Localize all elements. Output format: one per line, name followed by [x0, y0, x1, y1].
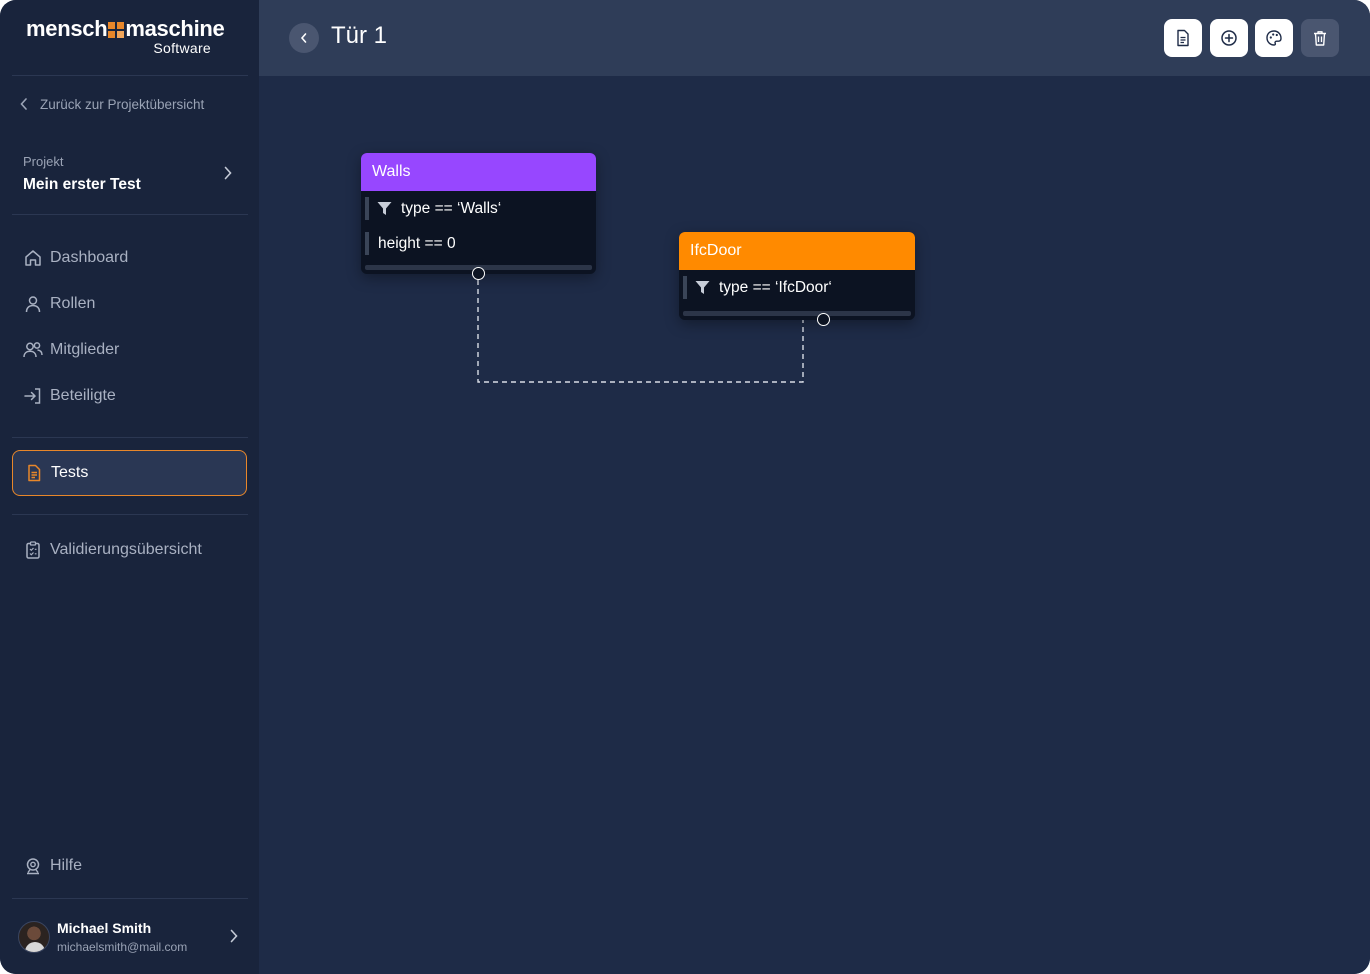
document-icon — [1177, 29, 1189, 47]
node-header[interactable]: Walls — [361, 153, 596, 191]
users-icon — [22, 339, 44, 361]
node-ifcdoor[interactable]: IfcDoor type == ‘IfcDoor‘ — [679, 232, 915, 320]
palette-icon — [1266, 30, 1282, 46]
sidebar-item-label: Beteiligte — [50, 387, 116, 404]
chevron-right-icon — [224, 166, 232, 180]
filter-icon — [695, 281, 710, 294]
user-icon — [22, 293, 44, 315]
sidebar-item-label: Hilfe — [50, 857, 83, 874]
sidebar-item-label: Rollen — [50, 295, 96, 312]
divider — [12, 898, 248, 899]
login-icon — [22, 385, 44, 407]
add-node-button[interactable] — [1210, 19, 1248, 57]
node-footer — [683, 311, 911, 316]
logo-text-left: mensch — [26, 16, 108, 41]
user-name: Michael Smith — [57, 920, 152, 936]
color-button[interactable] — [1255, 19, 1293, 57]
node-condition-row[interactable]: type == ‘Walls‘ — [361, 191, 596, 226]
node-walls[interactable]: Walls type == ‘Walls‘ height == 0 — [361, 153, 596, 274]
project-name: Mein erster Test — [23, 176, 141, 193]
divider — [12, 75, 248, 76]
sidebar-item-beteiligte[interactable]: Beteiligte — [12, 376, 247, 416]
sidebar-item-validierungsuebersicht[interactable]: Validierungsübersicht — [12, 530, 247, 570]
row-handle[interactable] — [365, 197, 369, 220]
back-link-label: Zurück zur Projektübersicht — [40, 96, 205, 112]
sidebar-item-label: Tests — [51, 464, 89, 481]
back-button[interactable] — [289, 23, 319, 53]
logo: mensch maschine Software — [26, 16, 226, 60]
sidebar-item-rollen[interactable]: Rollen — [12, 284, 247, 324]
chevron-right-icon — [230, 929, 238, 943]
sidebar-item-label: Dashboard — [50, 249, 129, 266]
condition-text: height == 0 — [378, 234, 456, 252]
sidebar-item-hilfe[interactable]: Hilfe — [12, 846, 247, 886]
user-email: michaelsmith@mail.com — [57, 940, 188, 954]
sidebar-item-tests[interactable]: Tests — [12, 450, 247, 496]
filter-icon — [377, 202, 392, 215]
node-title: IfcDoor — [690, 242, 742, 259]
document-icon — [23, 462, 45, 484]
app-window: mensch maschine Software Zurück zur Proj… — [0, 0, 1370, 974]
logo-text-right: maschine — [125, 16, 225, 41]
output-port[interactable] — [472, 267, 485, 280]
avatar — [18, 921, 50, 953]
sidebar-item-label: Mitglieder — [50, 341, 120, 358]
sidebar-item-mitglieder[interactable]: Mitglieder — [12, 330, 247, 370]
document-button[interactable] — [1164, 19, 1202, 57]
top-bar: Tür 1 — [259, 0, 1370, 76]
divider — [12, 214, 248, 215]
delete-button[interactable] — [1301, 19, 1339, 57]
row-handle[interactable] — [683, 276, 687, 299]
node-title: Walls — [372, 163, 411, 180]
node-header[interactable]: IfcDoor — [679, 232, 915, 270]
condition-text: type == ‘Walls‘ — [401, 199, 502, 217]
divider — [12, 514, 248, 515]
row-handle[interactable] — [365, 232, 369, 255]
help-icon — [22, 855, 44, 877]
node-condition-row[interactable]: type == ‘IfcDoor‘ — [679, 270, 915, 305]
divider — [12, 437, 248, 438]
project-selector[interactable]: Projekt Mein erster Test — [23, 152, 238, 202]
chevron-left-icon — [20, 98, 27, 110]
back-to-projects-link[interactable]: Zurück zur Projektübersicht — [20, 94, 204, 114]
sidebar: mensch maschine Software Zurück zur Proj… — [0, 0, 259, 974]
logo-subtitle: Software — [153, 40, 211, 56]
add-circle-icon — [1221, 30, 1237, 46]
sidebar-item-label: Validierungsübersicht — [50, 541, 202, 558]
clipboard-check-icon — [22, 539, 44, 561]
logo-mark-icon — [108, 22, 125, 38]
page-title: Tür 1 — [331, 22, 388, 49]
chevron-left-icon — [300, 33, 307, 43]
output-port[interactable] — [817, 313, 830, 326]
sidebar-item-dashboard[interactable]: Dashboard — [12, 238, 247, 278]
user-profile[interactable]: Michael Smith michaelsmith@mail.com — [18, 918, 243, 958]
project-label: Projekt — [23, 154, 64, 169]
home-icon — [22, 247, 44, 269]
trash-icon — [1314, 31, 1326, 46]
node-condition-row[interactable]: height == 0 — [361, 226, 596, 261]
node-canvas[interactable]: Walls type == ‘Walls‘ height == 0 IfcDoo… — [259, 76, 1370, 974]
condition-text: type == ‘IfcDoor‘ — [719, 278, 832, 296]
